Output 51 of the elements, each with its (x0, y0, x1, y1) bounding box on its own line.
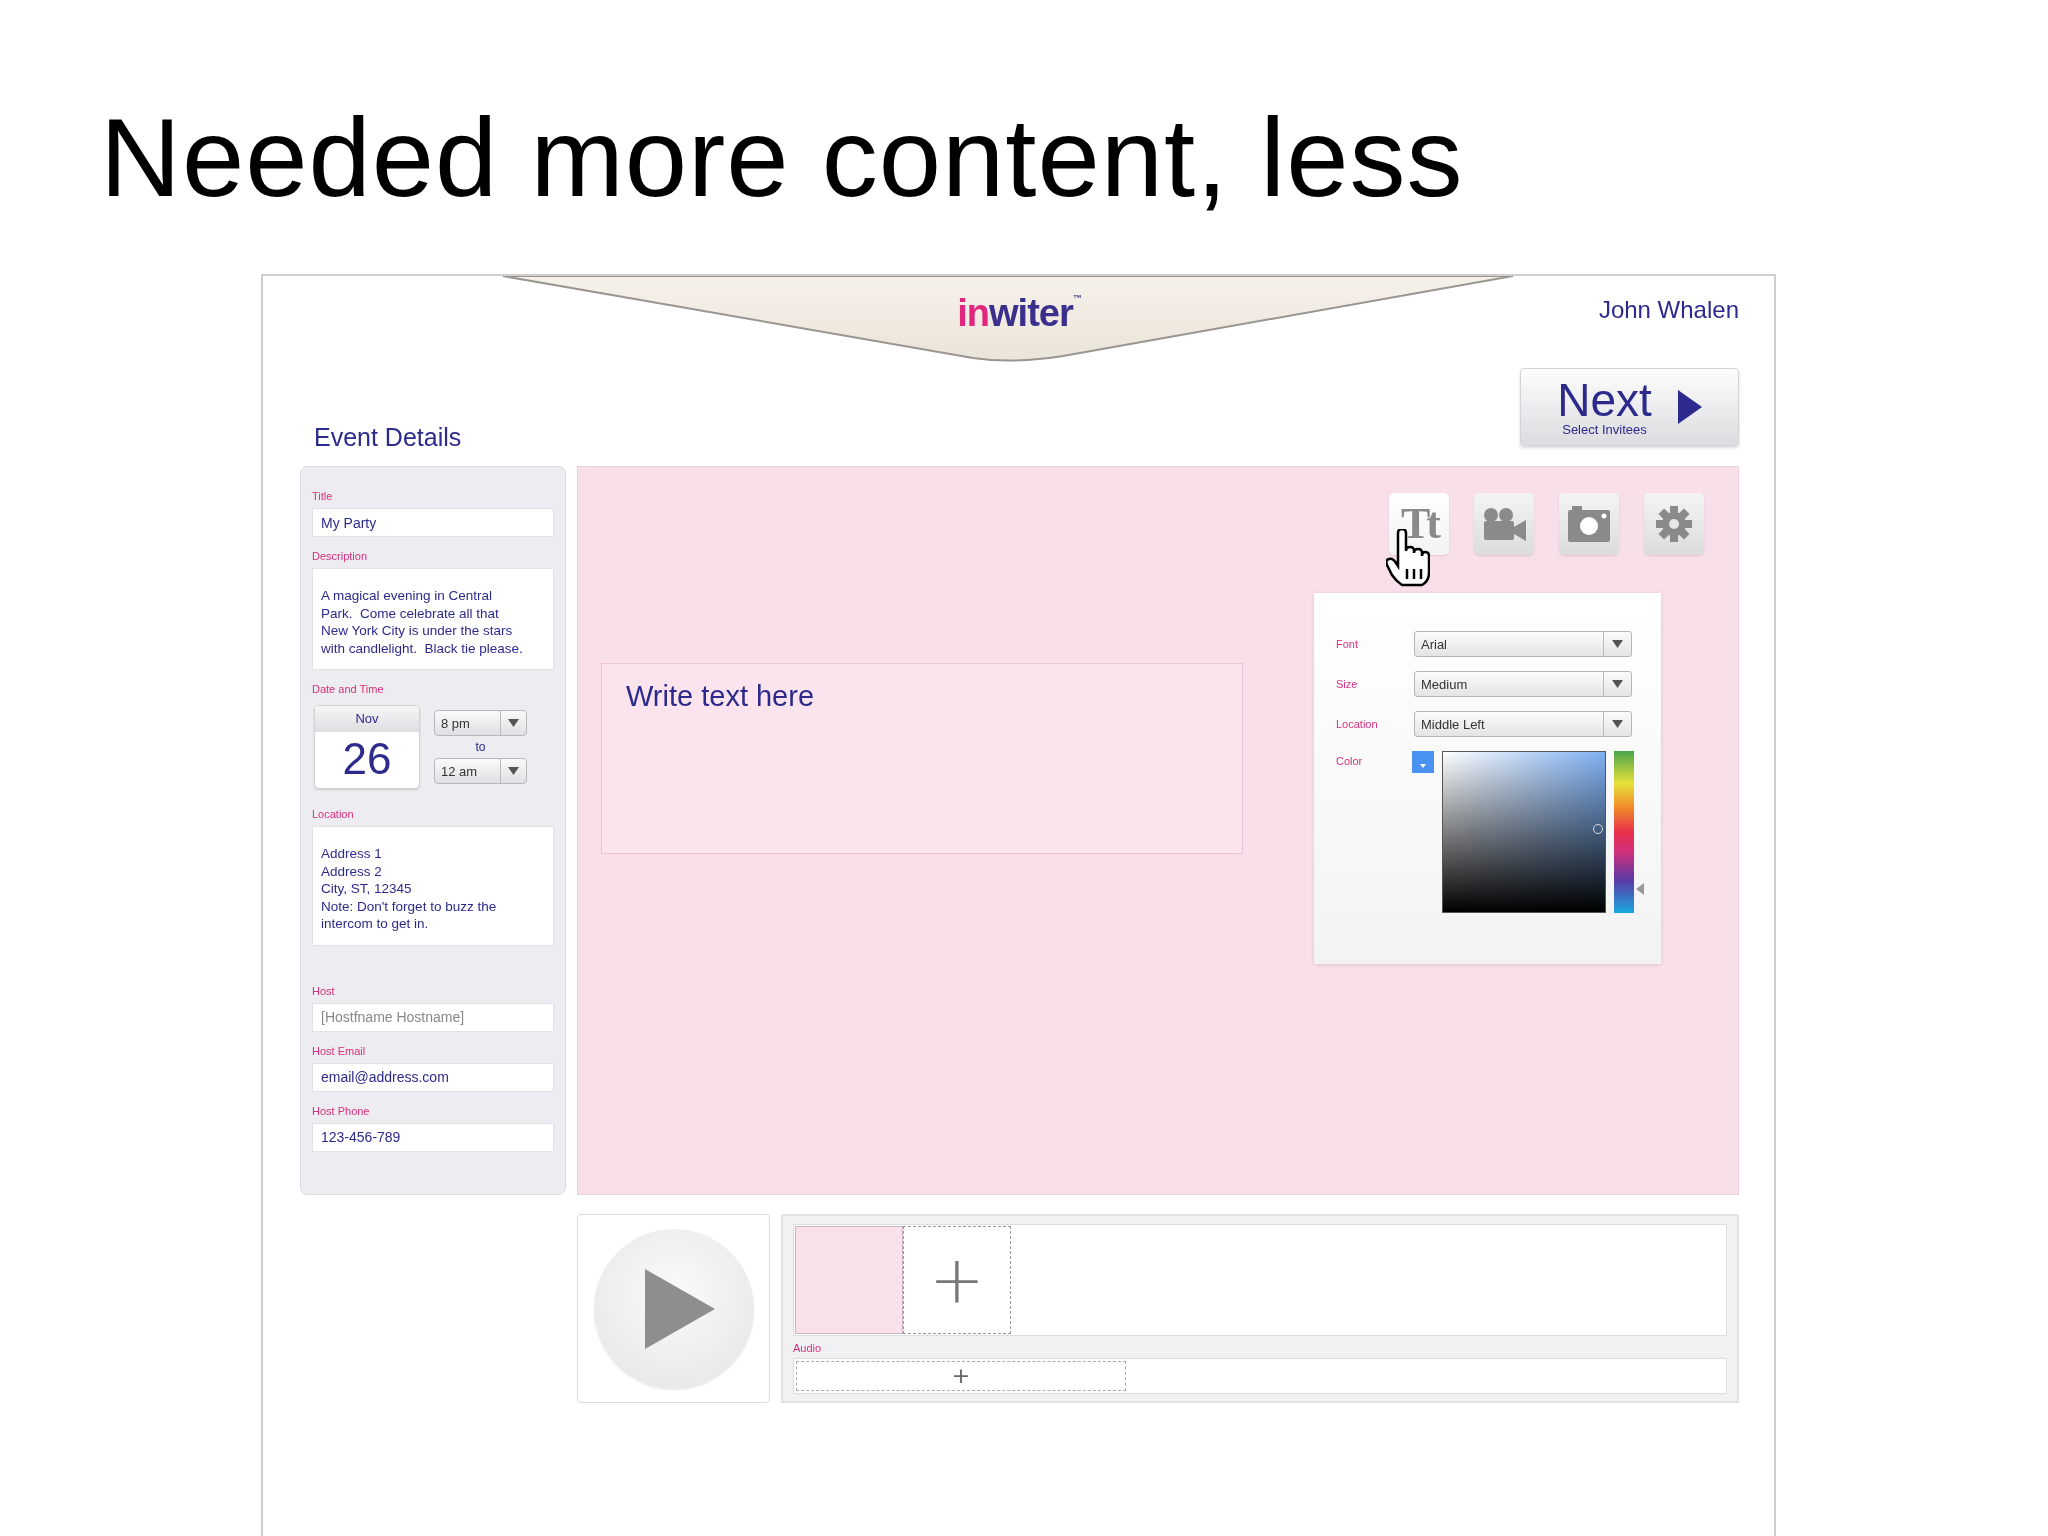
text-field[interactable]: 123-456-789 (312, 1122, 554, 1152)
play-icon (644, 1268, 715, 1349)
section-title: Event Details (314, 423, 462, 452)
photo-button[interactable] (1559, 493, 1619, 555)
text-field[interactable]: My Party (312, 508, 554, 537)
logo: inwiter$^{™}$ (957, 294, 1082, 332)
field-label: Host Phone (312, 1104, 370, 1117)
field-label: Description (312, 550, 368, 562)
add-slide-button[interactable]: + (903, 1226, 1011, 1334)
slide-thumbnail[interactable] (795, 1226, 903, 1334)
field-label: Date and Time (312, 683, 384, 695)
field-label: Color (1336, 754, 1364, 767)
field-label: Font (1336, 638, 1359, 650)
caret-icon (1612, 640, 1623, 648)
field-label: Location (312, 808, 354, 820)
field-label: Title (312, 490, 333, 502)
field-label: Size (1336, 678, 1359, 690)
settings-button[interactable] (1644, 493, 1704, 555)
dropdown[interactable]: Arial (1414, 631, 1632, 657)
range-connector: to (475, 740, 486, 754)
field-label: Host Email (312, 1044, 366, 1057)
camera-icon (1568, 506, 1610, 542)
text-area-field[interactable]: Address 1 Address 2 City, ST, 12345 Note: Don't forget to buzz the intercom to get in. (312, 826, 554, 946)
text-placeholder-box[interactable]: Write text here (601, 663, 1243, 854)
field-label: Host (312, 984, 335, 997)
caret-icon (508, 767, 519, 775)
audio-label: Audio (793, 1342, 822, 1354)
video-button[interactable] (1474, 493, 1534, 555)
caret-icon (1612, 680, 1623, 688)
text-area-field[interactable]: A magical evening in Central Park. Come celebrate all that New York City is under the stars with candlelight. Black tie please. (312, 568, 554, 670)
user-name: John Whalen (1598, 296, 1739, 324)
time-dropdown[interactable]: 12 am (434, 758, 527, 784)
play-arrow-icon (1677, 390, 1702, 424)
text-field[interactable]: [Hostfname Hostname] (312, 1002, 554, 1032)
slide-title: Needed more content, less (100, 102, 1464, 214)
settings-icon (1656, 506, 1692, 542)
dropdown[interactable]: Medium (1414, 671, 1632, 697)
caret-icon (1612, 720, 1623, 728)
hue-slider-thumb[interactable] (1636, 883, 1644, 895)
field-label: Location (1336, 718, 1379, 730)
add-audio-button[interactable]: + (796, 1361, 1126, 1391)
time-dropdown[interactable]: 8 pm (434, 710, 527, 736)
next-button[interactable]: Next Select Invitees (1520, 368, 1739, 446)
text-field[interactable]: email@address.com (312, 1062, 554, 1092)
color-swatch[interactable] (1412, 751, 1434, 773)
video-camera-icon (1482, 507, 1526, 541)
dropdown[interactable]: Middle Left (1414, 711, 1632, 737)
date-calendar[interactable]: Nov 26 (314, 705, 420, 789)
hue-slider[interactable] (1614, 751, 1644, 913)
color-gradient-picker[interactable] (1442, 751, 1606, 913)
caret-icon (508, 719, 519, 727)
